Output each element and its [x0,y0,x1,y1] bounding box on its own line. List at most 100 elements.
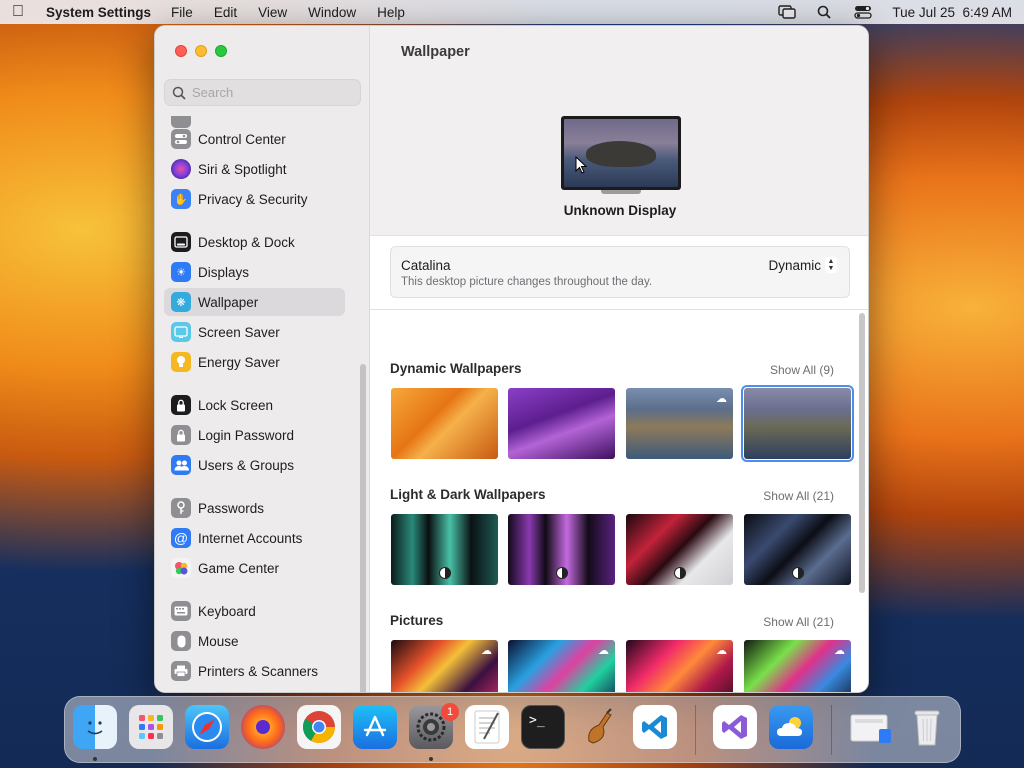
wallpaper-gallery: Dynamic Wallpapers Show All (9) ☁ Light … [370,309,868,692]
menu-clock[interactable]: Tue Jul 25 6:49 AM [892,5,1012,20]
keyboard-icon [171,601,191,621]
zoom-button[interactable] [215,45,227,57]
wallpaper-name: Catalina [401,258,451,273]
main-scrollbar[interactable] [859,313,865,593]
control-center-icon [171,129,191,149]
sidebar-item-label: Privacy & Security [198,191,308,207]
sidebar-item-mouse[interactable]: Mouse [164,627,345,655]
settings-window: Control Center Siri & Spotlight ✋ Privac… [154,25,869,693]
apple-menu-icon[interactable]:  [12,4,28,20]
page-title: Wallpaper [401,44,470,60]
wallpaper-thumb[interactable]: ☁ [508,640,615,692]
sidebar-item-lock-screen[interactable]: Lock Screen [164,391,345,419]
wallpaper-thumb[interactable]: ☁ [626,640,733,692]
cloud-download-icon: ☁ [598,645,609,657]
sidebar-item-label: Passwords [198,500,265,516]
sidebar-item-login-password[interactable]: Login Password [164,421,345,449]
dock-app-store-icon[interactable] [353,705,397,749]
hand-icon: ✋ [171,189,191,209]
cloud-download-icon: ☁ [716,645,727,657]
wallpaper-thumb[interactable] [744,514,851,585]
key-icon [171,498,191,518]
dock: 1 >_ [64,696,961,763]
minimize-button[interactable] [195,45,207,57]
screen-mirroring-icon[interactable] [778,5,797,19]
sidebar-item-passwords[interactable]: Passwords [164,494,345,522]
control-center-icon[interactable] [854,5,873,19]
sidebar-item-label: Displays [198,264,250,280]
dock-weather-icon[interactable] [769,705,813,749]
wallpaper-thumb-selected[interactable] [741,385,854,462]
dock-firefox-icon[interactable] [241,705,285,749]
sidebar-item-desktop-dock[interactable]: Desktop & Dock [164,228,345,256]
dock-finder-icon[interactable] [73,705,117,749]
appearance-mode-select[interactable]: Dynamic ▲ ▼ [768,257,837,273]
sidebar-item-energy-saver[interactable]: Energy Saver [164,348,345,376]
wallpaper-description: This desktop picture changes throughout … [401,276,653,288]
menu-bar:  System Settings File Edit View Window … [0,0,1024,24]
search-field[interactable] [164,79,361,106]
sidebar-item-keyboard[interactable]: Keyboard [164,597,345,625]
sidebar-item-label: Control Center [198,131,286,147]
sidebar-scrollbar[interactable] [360,364,366,692]
dock-chrome-icon[interactable] [297,705,341,749]
notification-badge: 1 [441,703,459,721]
dock-safari-icon[interactable] [185,705,229,749]
dock-instruments-icon[interactable] [577,705,621,749]
light-dark-icon [438,567,451,579]
menu-file[interactable]: File [171,5,193,20]
sidebar-item-control-center[interactable]: Control Center [164,125,345,153]
dock-separator [695,705,696,755]
show-all-light-dark-button[interactable]: Show All (21) [763,489,834,503]
sidebar-item-internet-accounts[interactable]: @ Internet Accounts [164,524,345,552]
section-title-dynamic: Dynamic Wallpapers [390,361,522,376]
dock-vscode-icon[interactable] [633,705,677,749]
sidebar-item-privacy-security[interactable]: ✋ Privacy & Security [164,185,345,213]
monitor-stand [601,190,641,194]
display-preview[interactable] [561,116,681,190]
close-button[interactable] [175,45,187,57]
wallpaper-thumb[interactable] [508,388,615,459]
sun-icon: ☀ [171,262,191,282]
sidebar-item-siri-spotlight[interactable]: Siri & Spotlight [164,155,345,183]
wallpaper-thumb[interactable]: ☁ [744,640,851,692]
sidebar-item-printers-scanners[interactable]: Printers & Scanners [164,657,345,685]
flower-icon: ❋ [171,292,191,312]
menu-view[interactable]: View [258,5,287,20]
menu-edit[interactable]: Edit [214,5,237,20]
sidebar-item-screen-saver[interactable]: Screen Saver [164,318,345,346]
sidebar-item-users-groups[interactable]: Users & Groups [164,451,345,479]
sidebar-item-game-center[interactable]: Game Center [164,554,345,582]
display-preview-area: Wallpaper Unknown Display [370,26,868,236]
lock-icon [171,425,191,445]
show-all-dynamic-button[interactable]: Show All (9) [770,363,834,377]
dock-terminal-icon[interactable]: >_ [521,705,565,749]
spotlight-search-icon[interactable] [816,5,834,19]
dock-textedit-icon[interactable] [465,705,509,749]
sidebar-item-label: Siri & Spotlight [198,161,287,177]
search-input[interactable] [192,85,352,100]
wallpaper-thumb[interactable]: ☁ [391,640,498,692]
menu-help[interactable]: Help [377,5,405,20]
search-icon [172,86,186,100]
wallpaper-thumb[interactable] [391,388,498,459]
dock-downloads-stack-icon[interactable] [849,705,893,749]
wallpaper-thumb[interactable] [391,514,498,585]
menu-app-name[interactable]: System Settings [46,5,151,20]
menu-window[interactable]: Window [308,5,356,20]
dock-trash-icon[interactable] [905,705,949,749]
wallpaper-thumb[interactable] [626,514,733,585]
dock-visual-studio-icon[interactable] [713,705,757,749]
mouse-cursor-icon [575,156,587,174]
sidebar-item-label: Internet Accounts [198,530,303,546]
sidebar-item-wallpaper[interactable]: ❋ Wallpaper [164,288,345,316]
dock-separator [831,705,832,755]
cloud-download-icon: ☁ [834,645,845,657]
dock-launchpad-icon[interactable] [129,705,173,749]
wallpaper-thumb[interactable]: ☁ [626,388,733,459]
show-all-pictures-button[interactable]: Show All (21) [763,615,834,629]
wallpaper-preview [564,119,678,187]
sidebar-item-label: Wallpaper [198,294,259,310]
sidebar-item-displays[interactable]: ☀ Displays [164,258,345,286]
wallpaper-thumb[interactable] [508,514,615,585]
